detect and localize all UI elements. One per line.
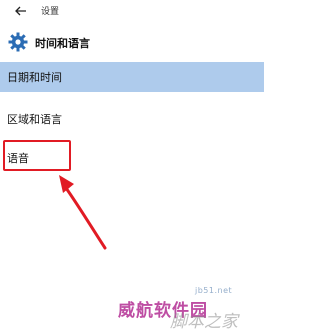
watermark-url: jb51.net: [195, 286, 233, 295]
watermark: jb51.net 威航软件园 脚本之家: [90, 283, 264, 332]
page-title: 时间和语言: [35, 37, 90, 50]
back-button[interactable]: [12, 2, 30, 20]
app-title: 设置: [41, 7, 60, 17]
page-header: 时间和语言: [0, 28, 264, 60]
nav-item-date-time[interactable]: 日期和时间: [0, 62, 264, 92]
gear-icon: [8, 32, 28, 52]
nav-item-label: 区域和语言: [7, 113, 62, 126]
title-bar: 设置: [0, 0, 264, 22]
highlight-box: [3, 140, 71, 171]
watermark-subtext: 脚本之家: [170, 312, 238, 332]
nav-item-label: 日期和时间: [7, 71, 62, 84]
nav-item-region-language[interactable]: 区域和语言: [0, 104, 264, 134]
arrow-left-icon: [15, 6, 26, 16]
